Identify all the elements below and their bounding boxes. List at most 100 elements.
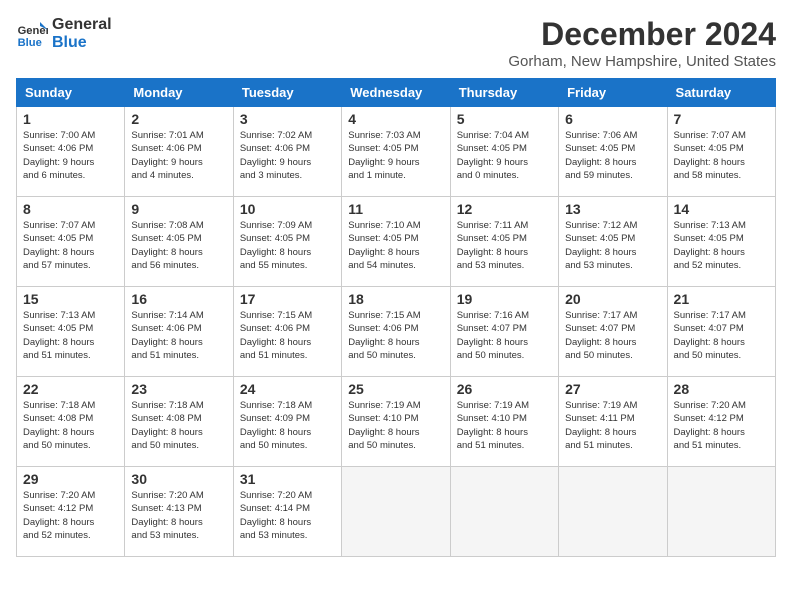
col-header-monday: Monday bbox=[125, 79, 233, 107]
day-info: Sunrise: 7:06 AM Sunset: 4:05 PM Dayligh… bbox=[565, 129, 660, 182]
day-number: 25 bbox=[348, 381, 443, 397]
day-number: 15 bbox=[23, 291, 118, 307]
col-header-sunday: Sunday bbox=[17, 79, 125, 107]
col-header-wednesday: Wednesday bbox=[342, 79, 450, 107]
title-area: December 2024 Gorham, New Hampshire, Uni… bbox=[508, 16, 776, 70]
calendar-cell: 24Sunrise: 7:18 AM Sunset: 4:09 PM Dayli… bbox=[233, 377, 341, 467]
calendar-cell: 30 Sunrise: 7:20 AM Sunset: 4:13 PM Dayli… bbox=[125, 467, 233, 557]
day-number: 14 bbox=[674, 201, 769, 217]
day-number: 1 bbox=[23, 111, 118, 127]
day-info: Sunrise: 7:12 AM Sunset: 4:05 PM Dayligh… bbox=[565, 219, 660, 272]
day-info: Sunrise: 7:20 AM Sunset: 4:12 PM Dayligh… bbox=[23, 489, 118, 542]
calendar-cell: 25 Sunrise: 7:19 AM Sunset: 4:10 PM Dayli… bbox=[342, 377, 450, 467]
day-number: 23 bbox=[131, 381, 226, 397]
calendar-cell: 21 Sunrise: 7:17 AM Sunset: 4:07 PM Dayli… bbox=[667, 287, 775, 377]
day-info: Sunrise: 7:13 AM Sunset: 4:05 PM Dayligh… bbox=[23, 309, 118, 362]
calendar-cell: 20Sunrise: 7:17 AM Sunset: 4:07 PM Dayli… bbox=[559, 287, 667, 377]
day-number: 19 bbox=[457, 291, 552, 307]
day-info: Sunrise: 7:11 AM Sunset: 4:05 PM Dayligh… bbox=[457, 219, 552, 272]
day-number: 21 bbox=[674, 291, 769, 307]
calendar-cell: 27 Sunrise: 7:19 AM Sunset: 4:11 PM Dayli… bbox=[559, 377, 667, 467]
day-number: 4 bbox=[348, 111, 443, 127]
logo-icon: General Blue bbox=[16, 18, 48, 50]
day-number: 31 bbox=[240, 471, 335, 487]
calendar-cell: 22Sunrise: 7:18 AM Sunset: 4:08 PM Dayli… bbox=[17, 377, 125, 467]
day-number: 2 bbox=[131, 111, 226, 127]
day-info: Sunrise: 7:20 AM Sunset: 4:12 PM Dayligh… bbox=[674, 399, 769, 452]
col-header-thursday: Thursday bbox=[450, 79, 558, 107]
day-number: 6 bbox=[565, 111, 660, 127]
calendar-cell: 26 Sunrise: 7:19 AM Sunset: 4:10 PM Dayli… bbox=[450, 377, 558, 467]
calendar-cell bbox=[450, 467, 558, 557]
calendar-cell: 2 Sunrise: 7:01 AM Sunset: 4:06 PM Daylig… bbox=[125, 107, 233, 197]
calendar-cell: 19 Sunrise: 7:16 AM Sunset: 4:07 PM Dayli… bbox=[450, 287, 558, 377]
day-number: 18 bbox=[348, 291, 443, 307]
day-number: 26 bbox=[457, 381, 552, 397]
calendar-cell: 16 Sunrise: 7:14 AM Sunset: 4:06 PM Dayli… bbox=[125, 287, 233, 377]
month-title: December 2024 bbox=[508, 16, 776, 53]
day-info: Sunrise: 7:19 AM Sunset: 4:11 PM Dayligh… bbox=[565, 399, 660, 452]
calendar-cell: 14 Sunrise: 7:13 AM Sunset: 4:05 PM Dayli… bbox=[667, 197, 775, 287]
calendar-cell: 17 Sunrise: 7:15 AM Sunset: 4:06 PM Dayli… bbox=[233, 287, 341, 377]
day-number: 20 bbox=[565, 291, 660, 307]
day-number: 9 bbox=[131, 201, 226, 217]
day-number: 13 bbox=[565, 201, 660, 217]
logo-line1: General bbox=[52, 16, 112, 34]
calendar-cell bbox=[559, 467, 667, 557]
calendar-cell bbox=[667, 467, 775, 557]
calendar-cell: 5 Sunrise: 7:04 AM Sunset: 4:05 PM Daylig… bbox=[450, 107, 558, 197]
day-number: 5 bbox=[457, 111, 552, 127]
day-info: Sunrise: 7:01 AM Sunset: 4:06 PM Dayligh… bbox=[131, 129, 226, 182]
day-number: 8 bbox=[23, 201, 118, 217]
day-number: 16 bbox=[131, 291, 226, 307]
col-header-friday: Friday bbox=[559, 79, 667, 107]
calendar-table: SundayMondayTuesdayWednesdayThursdayFrid… bbox=[16, 78, 776, 557]
day-number: 30 bbox=[131, 471, 226, 487]
header: General Blue General Blue December 2024 … bbox=[16, 16, 776, 70]
day-number: 11 bbox=[348, 201, 443, 217]
calendar-cell: 15 Sunrise: 7:13 AM Sunset: 4:05 PM Dayli… bbox=[17, 287, 125, 377]
calendar-cell: 13 Sunrise: 7:12 AM Sunset: 4:05 PM Dayli… bbox=[559, 197, 667, 287]
day-info: Sunrise: 7:09 AM Sunset: 4:05 PM Dayligh… bbox=[240, 219, 335, 272]
day-info: Sunrise: 7:02 AM Sunset: 4:06 PM Dayligh… bbox=[240, 129, 335, 182]
day-info: Sunrise: 7:15 AM Sunset: 4:06 PM Dayligh… bbox=[348, 309, 443, 362]
calendar-cell: 6 Sunrise: 7:06 AM Sunset: 4:05 PM Daylig… bbox=[559, 107, 667, 197]
day-info: Sunrise: 7:10 AM Sunset: 4:05 PM Dayligh… bbox=[348, 219, 443, 272]
col-header-saturday: Saturday bbox=[667, 79, 775, 107]
calendar-cell: 4 Sunrise: 7:03 AM Sunset: 4:05 PM Daylig… bbox=[342, 107, 450, 197]
calendar-cell: 10Sunrise: 7:09 AM Sunset: 4:05 PM Dayli… bbox=[233, 197, 341, 287]
day-number: 3 bbox=[240, 111, 335, 127]
day-info: Sunrise: 7:15 AM Sunset: 4:06 PM Dayligh… bbox=[240, 309, 335, 362]
calendar-cell: 31Sunrise: 7:20 AM Sunset: 4:14 PM Dayli… bbox=[233, 467, 341, 557]
calendar-cell: 11 Sunrise: 7:10 AM Sunset: 4:05 PM Dayli… bbox=[342, 197, 450, 287]
day-info: Sunrise: 7:18 AM Sunset: 4:09 PM Dayligh… bbox=[240, 399, 335, 452]
logo: General Blue General Blue bbox=[16, 16, 112, 51]
day-info: Sunrise: 7:13 AM Sunset: 4:05 PM Dayligh… bbox=[674, 219, 769, 272]
day-number: 17 bbox=[240, 291, 335, 307]
week-row-2: 8 Sunrise: 7:07 AM Sunset: 4:05 PM Daylig… bbox=[17, 197, 776, 287]
day-number: 22 bbox=[23, 381, 118, 397]
calendar-cell: 18 Sunrise: 7:15 AM Sunset: 4:06 PM Dayli… bbox=[342, 287, 450, 377]
day-info: Sunrise: 7:03 AM Sunset: 4:05 PM Dayligh… bbox=[348, 129, 443, 182]
day-info: Sunrise: 7:14 AM Sunset: 4:06 PM Dayligh… bbox=[131, 309, 226, 362]
calendar-cell: 29 Sunrise: 7:20 AM Sunset: 4:12 PM Dayli… bbox=[17, 467, 125, 557]
day-info: Sunrise: 7:19 AM Sunset: 4:10 PM Dayligh… bbox=[348, 399, 443, 452]
day-info: Sunrise: 7:00 AM Sunset: 4:06 PM Dayligh… bbox=[23, 129, 118, 182]
calendar-cell: 9Sunrise: 7:08 AM Sunset: 4:05 PM Daylig… bbox=[125, 197, 233, 287]
svg-text:Blue: Blue bbox=[18, 37, 42, 49]
day-info: Sunrise: 7:19 AM Sunset: 4:10 PM Dayligh… bbox=[457, 399, 552, 452]
day-number: 7 bbox=[674, 111, 769, 127]
day-info: Sunrise: 7:17 AM Sunset: 4:07 PM Dayligh… bbox=[674, 309, 769, 362]
calendar-cell: 7Sunrise: 7:07 AM Sunset: 4:05 PM Daylig… bbox=[667, 107, 775, 197]
day-number: 27 bbox=[565, 381, 660, 397]
day-info: Sunrise: 7:07 AM Sunset: 4:05 PM Dayligh… bbox=[23, 219, 118, 272]
day-info: Sunrise: 7:16 AM Sunset: 4:07 PM Dayligh… bbox=[457, 309, 552, 362]
day-info: Sunrise: 7:04 AM Sunset: 4:05 PM Dayligh… bbox=[457, 129, 552, 182]
calendar-cell: 23Sunrise: 7:18 AM Sunset: 4:08 PM Dayli… bbox=[125, 377, 233, 467]
calendar-cell: 28Sunrise: 7:20 AM Sunset: 4:12 PM Dayli… bbox=[667, 377, 775, 467]
day-info: Sunrise: 7:20 AM Sunset: 4:13 PM Dayligh… bbox=[131, 489, 226, 542]
header-row: SundayMondayTuesdayWednesdayThursdayFrid… bbox=[17, 79, 776, 107]
logo-line2: Blue bbox=[52, 34, 112, 52]
day-number: 12 bbox=[457, 201, 552, 217]
day-number: 29 bbox=[23, 471, 118, 487]
